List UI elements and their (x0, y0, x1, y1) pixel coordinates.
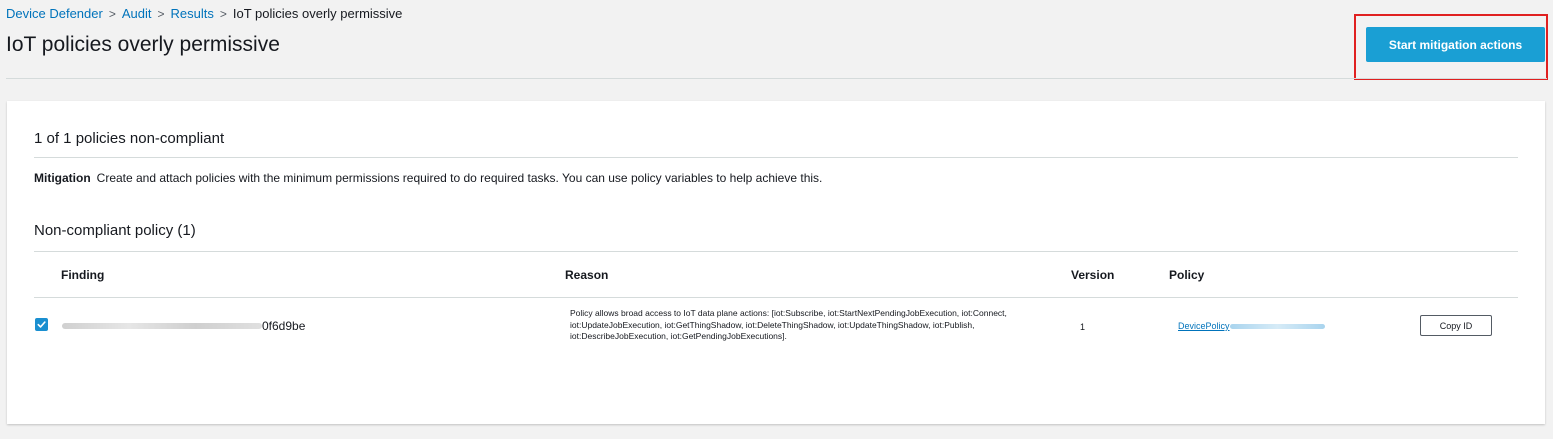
finding-id: 0f6d9be (62, 319, 305, 333)
mitigation-description: Create and attach policies with the mini… (96, 171, 823, 185)
table-header-divider (34, 297, 1518, 298)
page-title: IoT policies overly permissive (6, 33, 280, 56)
breadcrumb-results[interactable]: Results (171, 6, 214, 21)
column-header-version: Version (1071, 268, 1115, 282)
mitigation-label: Mitigation (34, 171, 91, 185)
finding-reason: Policy allows broad access to IoT data p… (570, 308, 1007, 341)
finding-id-suffix: 0f6d9be (262, 319, 306, 333)
breadcrumb-device-defender[interactable]: Device Defender (6, 6, 103, 21)
mitigation-text: Mitigation Create and attach policies wit… (34, 171, 822, 185)
column-header-finding: Finding (61, 268, 105, 282)
row-checkbox[interactable] (35, 318, 48, 331)
policy-version: 1 (1080, 322, 1086, 332)
redacted-policy-suffix (1229, 323, 1325, 329)
redacted-finding-prefix (62, 323, 262, 329)
policy-name-prefix: DevicePolicy (1178, 321, 1230, 331)
table-title: Non-compliant policy (1) (34, 222, 196, 239)
column-header-reason: Reason (565, 268, 609, 282)
header-divider (6, 78, 1547, 79)
chevron-right-icon: > (157, 6, 165, 21)
checkmark-icon (37, 321, 46, 328)
chevron-right-icon: > (219, 6, 227, 21)
breadcrumb: Device Defender > Audit > Results > IoT … (6, 6, 402, 21)
results-panel: 1 of 1 policies non-compliant Mitigation… (7, 101, 1545, 424)
policy-link[interactable]: DevicePolicy (1178, 321, 1325, 331)
column-header-policy: Policy (1169, 268, 1205, 282)
summary-title: 1 of 1 policies non-compliant (34, 130, 225, 147)
summary-divider (34, 157, 1518, 158)
chevron-right-icon: > (108, 6, 116, 21)
table-title-divider (34, 251, 1518, 252)
start-mitigation-actions-button[interactable]: Start mitigation actions (1366, 27, 1545, 62)
copy-id-button[interactable]: Copy ID (1420, 315, 1492, 336)
breadcrumb-current: IoT policies overly permissive (232, 6, 403, 21)
breadcrumb-audit[interactable]: Audit (122, 6, 152, 21)
